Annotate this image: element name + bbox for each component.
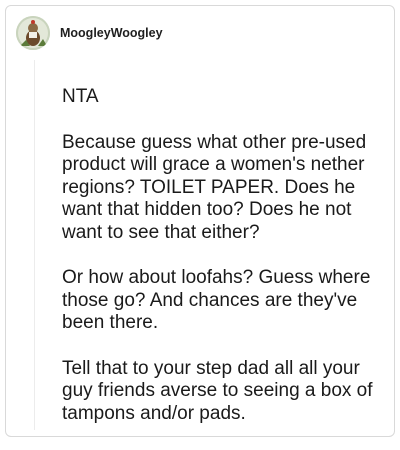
comment-paragraph: Or how about loofahs? Guess where those … bbox=[62, 267, 371, 333]
avatar-icon bbox=[16, 16, 50, 50]
comment-card: MoogleyWoogley NTA Because guess what ot… bbox=[5, 5, 395, 437]
thread-line[interactable] bbox=[34, 60, 35, 430]
avatar[interactable] bbox=[16, 16, 50, 50]
username[interactable]: MoogleyWoogley bbox=[60, 26, 163, 40]
comment-paragraph: Because guess what other pre-used produc… bbox=[62, 131, 367, 243]
comment-body: NTA Because guess what other pre-used pr… bbox=[62, 86, 380, 425]
comment-paragraph: Tell that to your step dad all all your … bbox=[62, 357, 373, 424]
comment-paragraph: NTA bbox=[62, 86, 99, 107]
comment-header: MoogleyWoogley bbox=[16, 16, 163, 50]
